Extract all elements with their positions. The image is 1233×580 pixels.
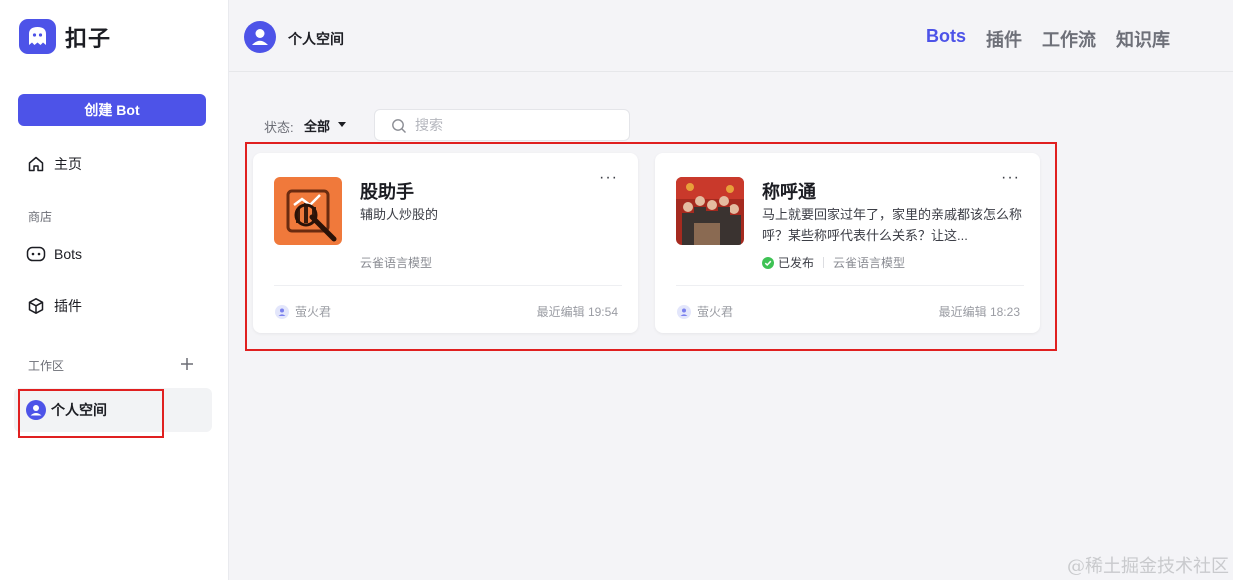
bot-avatar-stock-icon bbox=[274, 177, 342, 245]
card-divider bbox=[274, 285, 622, 286]
watermark: @稀土掘金技术社区 bbox=[1067, 556, 1229, 577]
last-edited: 最近编辑 19:54 bbox=[536, 305, 618, 319]
bot-author: 萤火君 bbox=[275, 303, 331, 320]
sidebar-item-plugins[interactable]: 插件 bbox=[18, 286, 212, 326]
create-bot-button[interactable]: 创建 Bot bbox=[18, 94, 206, 126]
top-header: 个人空间 Bots 插件 工作流 知识库 bbox=[229, 0, 1233, 72]
sidebar-item-bots[interactable]: Bots bbox=[18, 234, 212, 274]
author-name: 萤火君 bbox=[697, 305, 734, 319]
more-options-icon[interactable]: ··· bbox=[1001, 169, 1020, 187]
more-options-icon[interactable]: ··· bbox=[599, 169, 618, 187]
bot-icon bbox=[26, 244, 46, 264]
published-label: 已发布 bbox=[778, 256, 815, 270]
status-filter-label: 状态: bbox=[264, 120, 294, 135]
last-edited: 最近编辑 18:23 bbox=[938, 305, 1020, 319]
app-name: 扣子 bbox=[65, 25, 112, 51]
bot-card[interactable]: 股助手 辅助人炒股的 云雀语言模型 ··· 萤火君 最近编辑 19:54 bbox=[253, 153, 638, 333]
check-circle-icon bbox=[762, 256, 774, 269]
meta-separator bbox=[823, 257, 825, 268]
sidebar-item-label: 插件 bbox=[54, 298, 82, 314]
sidebar-item-label: 个人空间 bbox=[51, 402, 107, 418]
sidebar-item-personal-space[interactable]: 个人空间 bbox=[14, 388, 212, 432]
app-logo[interactable]: 扣子 bbox=[19, 19, 111, 54]
bot-name: 称呼通 bbox=[762, 182, 816, 202]
home-icon bbox=[26, 154, 46, 174]
tab-plugins[interactable]: 插件 bbox=[986, 26, 1022, 52]
bot-description: 辅助人炒股的 bbox=[360, 207, 439, 222]
add-workspace-icon[interactable] bbox=[178, 355, 196, 373]
published-status: 已发布 bbox=[762, 254, 814, 271]
status-filter-dropdown[interactable]: 全部 bbox=[304, 116, 330, 135]
bot-meta: 云雀语言模型 bbox=[360, 254, 432, 271]
bot-description: 马上就要回家过年了，家里的亲戚都该怎么称呼？某些称呼代表什么关系？让这... bbox=[762, 207, 1023, 243]
card-divider bbox=[676, 285, 1024, 286]
search-icon bbox=[391, 118, 407, 139]
sidebar-item-label: Bots bbox=[54, 246, 83, 262]
cube-icon bbox=[26, 296, 46, 316]
sidebar-item-label: 主页 bbox=[54, 156, 82, 172]
bot-meta: 已发布 云雀语言模型 bbox=[762, 254, 905, 271]
tab-workflows[interactable]: 工作流 bbox=[1042, 26, 1096, 52]
tab-bots[interactable]: Bots bbox=[926, 26, 966, 47]
search-input[interactable] bbox=[415, 110, 615, 140]
workspace-section-title: 工作区 bbox=[28, 359, 65, 373]
author-avatar-icon bbox=[677, 304, 691, 319]
bot-name: 股助手 bbox=[360, 182, 414, 202]
tab-knowledge[interactable]: 知识库 bbox=[1116, 26, 1170, 52]
space-avatar-icon[interactable] bbox=[244, 21, 276, 53]
caret-down-icon[interactable] bbox=[338, 122, 346, 127]
bot-card[interactable]: 称呼通 马上就要回家过年了，家里的亲戚都该怎么称呼？某些称呼代表什么关系？让这.… bbox=[655, 153, 1040, 333]
bot-author: 萤火君 bbox=[677, 303, 733, 320]
author-name: 萤火君 bbox=[295, 305, 332, 319]
author-avatar-icon bbox=[275, 304, 289, 319]
bot-model: 云雀语言模型 bbox=[360, 256, 433, 270]
space-name: 个人空间 bbox=[288, 31, 344, 47]
search-box[interactable] bbox=[374, 109, 630, 141]
bot-avatar-family-photo-icon bbox=[676, 177, 744, 245]
sidebar: 扣子 创建 Bot 主页 商店 Bots 插件 工作区 个人空间 bbox=[0, 0, 229, 580]
store-section-title: 商店 bbox=[28, 210, 53, 224]
sidebar-item-home[interactable]: 主页 bbox=[18, 144, 212, 184]
bot-model: 云雀语言模型 bbox=[833, 256, 906, 270]
coze-logo-icon bbox=[19, 19, 56, 54]
user-avatar-icon bbox=[26, 400, 46, 420]
